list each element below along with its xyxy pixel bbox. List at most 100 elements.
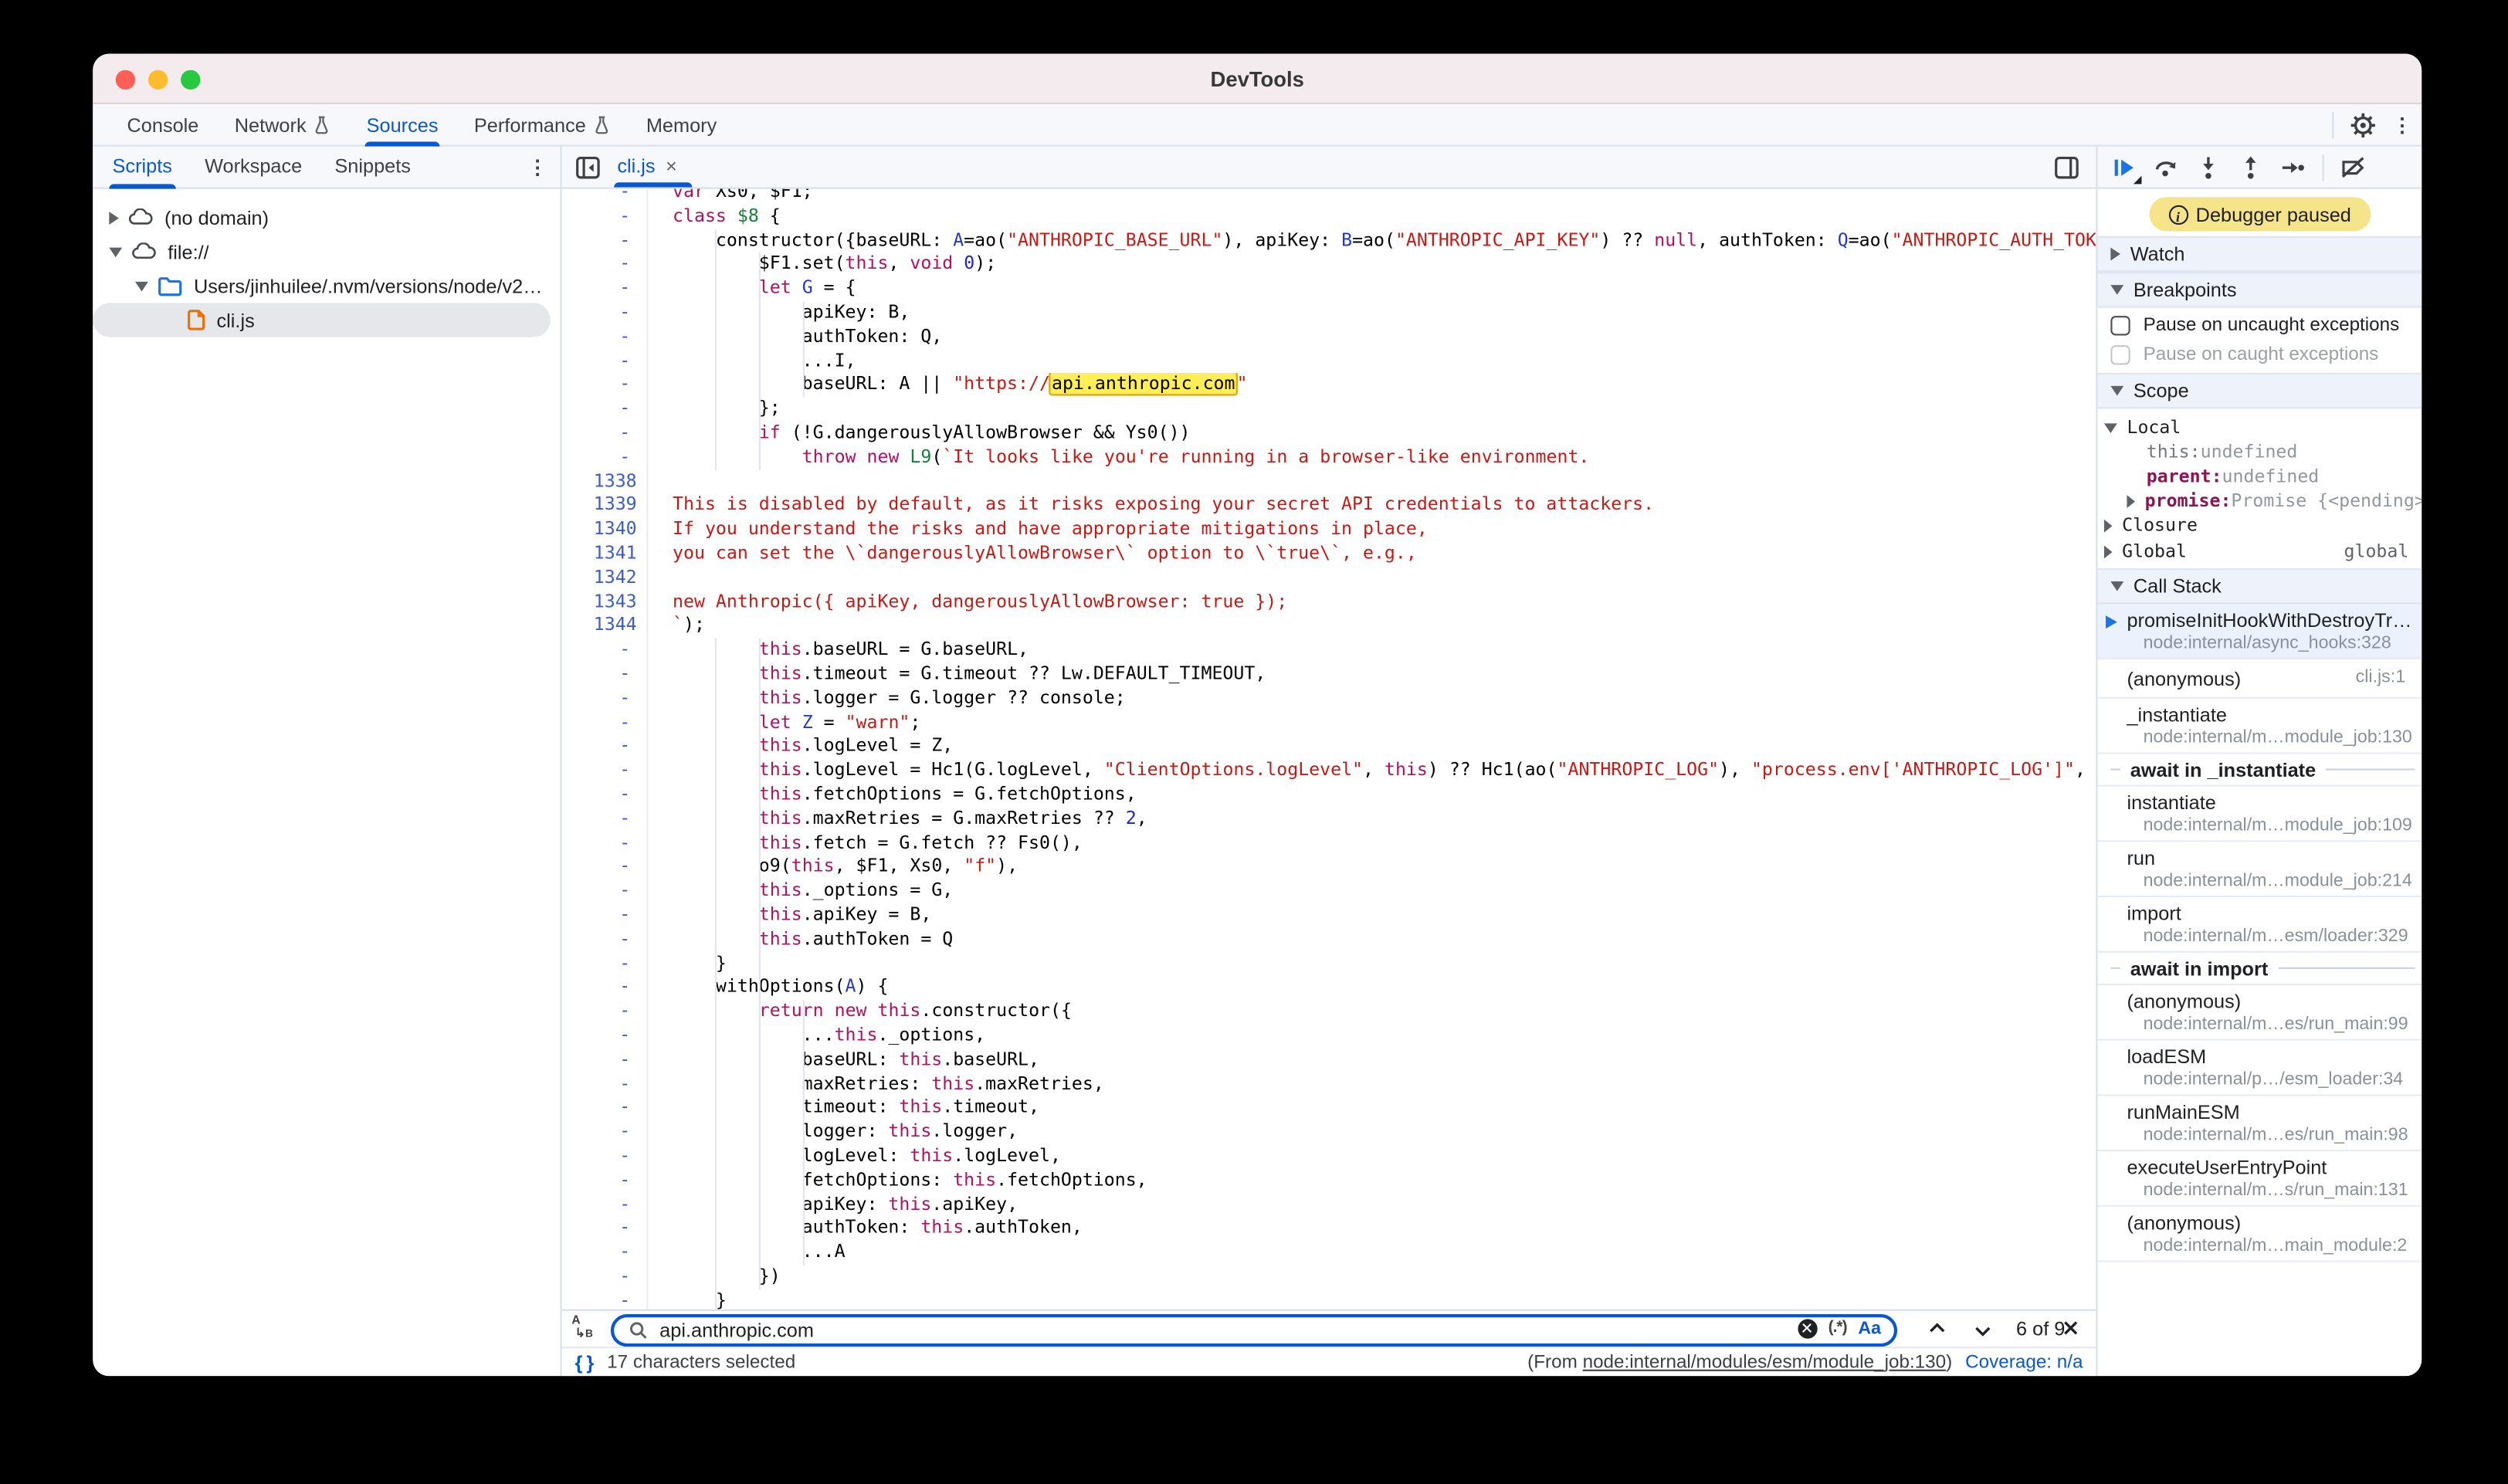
code-line[interactable]: } xyxy=(673,1289,2096,1310)
navigator-more-kebab-icon[interactable]: ⋮ xyxy=(527,156,547,179)
coverage-link[interactable]: Coverage: n/a xyxy=(1965,1353,2083,1372)
tree-item-cli-js[interactable]: cli.js xyxy=(93,303,551,337)
gutter-line-marker[interactable]: - xyxy=(562,325,647,349)
gutter-line-marker[interactable]: - xyxy=(562,759,647,783)
call-stack-frame--anonymous-[interactable]: (anonymous)cli.js:1 xyxy=(2098,659,2422,699)
step-icon[interactable] xyxy=(2280,154,2306,180)
code-line[interactable]: }) xyxy=(673,1265,2096,1289)
gutter-line-marker[interactable]: 1341 xyxy=(562,542,647,566)
code-line[interactable]: } xyxy=(673,952,2096,976)
code-line[interactable]: class $8 { xyxy=(673,205,2096,229)
navigator-tab-scripts[interactable]: Scripts xyxy=(96,147,188,189)
code-line[interactable]: throw new L9(`It looks like you're runni… xyxy=(673,446,2096,469)
call-stack-frame-instantiate[interactable]: instantiatenode:internal/m…module_job:10… xyxy=(2098,787,2422,842)
gutter-line-marker[interactable]: - xyxy=(562,879,647,903)
step-into-icon[interactable] xyxy=(2195,154,2222,180)
chevron-down-icon[interactable] xyxy=(2104,422,2117,432)
code-line[interactable]: ...A xyxy=(673,1242,2096,1265)
hide-navigator-icon[interactable] xyxy=(575,154,602,181)
code-line[interactable]: maxRetries: this.maxRetries, xyxy=(673,1072,2096,1096)
code-line[interactable]: this.authToken = Q xyxy=(673,928,2096,952)
code-line[interactable]: this.logLevel = Hc1(G.logLevel, "ClientO… xyxy=(673,759,2096,783)
code-line[interactable]: constructor({baseURL: A=ao("ANTHROPIC_BA… xyxy=(673,229,2096,253)
gutter-line-marker[interactable]: - xyxy=(562,205,647,229)
gutter-line-marker[interactable]: - xyxy=(562,253,647,277)
gutter-line-marker[interactable]: 1342 xyxy=(562,567,647,591)
code-line[interactable]: baseURL: this.baseURL, xyxy=(673,1049,2096,1072)
replace-toggle-icon[interactable]: A ↳B xyxy=(571,1314,601,1345)
code-line[interactable]: timeout: this.timeout, xyxy=(673,1096,2096,1120)
regex-toggle-icon[interactable]: (.*) xyxy=(1828,1319,1847,1337)
code-line[interactable]: if (!G.dangerouslyAllowBrowser && Ys0()) xyxy=(673,422,2096,446)
tab-performance[interactable]: Performance xyxy=(456,104,629,147)
gutter-line-marker[interactable]: 1343 xyxy=(562,591,647,615)
settings-gear-icon[interactable] xyxy=(2350,113,2376,139)
code-line[interactable]: this.maxRetries = G.maxRetries ?? 2, xyxy=(673,808,2096,832)
clear-search-icon[interactable] xyxy=(1798,1318,1817,1337)
resume-script-icon[interactable] xyxy=(2110,154,2137,180)
chevron-right-icon[interactable] xyxy=(2104,519,2113,532)
code-line[interactable]: baseURL: A || "https://api.anthropic.com… xyxy=(673,374,2096,398)
code-line[interactable]: you can set the \`dangerouslyAllowBrowse… xyxy=(673,542,2096,566)
step-over-icon[interactable] xyxy=(2153,154,2179,180)
gutter-line-marker[interactable]: - xyxy=(562,832,647,856)
gutter-line-marker[interactable]: - xyxy=(562,350,647,374)
breakpoints-section-header[interactable]: Breakpoints xyxy=(2098,272,2422,307)
code-line[interactable]: this.logger = G.logger ?? console; xyxy=(673,687,2096,711)
gutter-line-marker[interactable]: - xyxy=(562,856,647,879)
code-line[interactable]: `); xyxy=(673,615,2096,639)
call-stack-frame--anonymous-[interactable]: (anonymous)node:internal/m…es/run_main:9… xyxy=(2098,985,2422,1041)
gutter-line-marker[interactable]: - xyxy=(562,1289,647,1310)
callstack-section-header[interactable]: Call Stack xyxy=(2098,568,2422,604)
code-line[interactable]: }; xyxy=(673,398,2096,422)
code-line[interactable]: var Xs0, $F1; xyxy=(673,189,2096,205)
code-line[interactable]: $F1.set(this, void 0); xyxy=(673,253,2096,277)
gutter-line-marker[interactable]: - xyxy=(562,189,647,205)
tab-memory[interactable]: Memory xyxy=(629,104,735,147)
from-module-link[interactable]: node:internal/modules/esm/module_job:130 xyxy=(1583,1353,1947,1372)
find-next-icon[interactable] xyxy=(1972,1320,1993,1341)
code-line[interactable]: this.apiKey = B, xyxy=(673,904,2096,928)
gutter-line-marker[interactable]: - xyxy=(562,229,647,253)
scope-row-promise[interactable]: promise: Promise {<pending>} xyxy=(2098,489,2422,513)
code-line[interactable]: this._options = G, xyxy=(673,879,2096,903)
gutter-line-marker[interactable]: - xyxy=(562,1145,647,1169)
checkbox-caught[interactable] xyxy=(2110,345,2130,364)
code-line[interactable]: apiKey: B, xyxy=(673,301,2096,325)
call-stack-frame-import[interactable]: importnode:internal/m…esm/loader:329 xyxy=(2098,897,2422,953)
gutter-line-marker[interactable]: - xyxy=(562,1169,647,1193)
code-line[interactable]: this.baseURL = G.baseURL, xyxy=(673,639,2096,662)
gutter-line-marker[interactable]: - xyxy=(562,711,647,735)
call-stack-frame-executeuserentrypoint[interactable]: executeUserEntryPointnode:internal/m…s/r… xyxy=(2098,1151,2422,1207)
code-line[interactable]: o9(this, $F1, Xs0, "f"), xyxy=(673,856,2096,879)
gutter-line-marker[interactable]: - xyxy=(562,1025,647,1049)
code-line[interactable]: this.timeout = G.timeout ?? Lw.DEFAULT_T… xyxy=(673,662,2096,686)
tab-sources[interactable]: Sources xyxy=(348,104,456,147)
code-line[interactable]: This is disabled by default, as it risks… xyxy=(673,494,2096,518)
scope-row-this[interactable]: this: undefined xyxy=(2098,439,2422,464)
toggle-debugger-sidebar-icon[interactable] xyxy=(2054,154,2080,181)
code-line[interactable]: this.logLevel = Z, xyxy=(673,735,2096,759)
code-line[interactable]: logLevel: this.logLevel, xyxy=(673,1145,2096,1169)
call-stack-frame-loadesm[interactable]: loadESMnode:internal/p…/esm_loader:34 xyxy=(2098,1041,2422,1096)
call-stack-frame-promiseinithookwithdestroytr-[interactable]: promiseInitHookWithDestroyTr…node:intern… xyxy=(2098,604,2422,659)
gutter-line-marker[interactable]: - xyxy=(562,1120,647,1144)
gutter-line-marker[interactable]: - xyxy=(562,446,647,469)
code-line[interactable]: logger: this.logger, xyxy=(673,1120,2096,1144)
code-line[interactable] xyxy=(673,567,2096,591)
find-previous-icon[interactable] xyxy=(1927,1317,1947,1338)
step-out-icon[interactable] xyxy=(2238,154,2264,180)
close-find-bar-icon[interactable] xyxy=(2060,1317,2081,1338)
code-line[interactable]: let Z = "warn"; xyxy=(673,711,2096,735)
gutter-line-marker[interactable]: 1338 xyxy=(562,470,647,494)
gutter-line-marker[interactable]: - xyxy=(562,1072,647,1096)
code-line[interactable]: fetchOptions: this.fetchOptions, xyxy=(673,1169,2096,1193)
search-input[interactable]: api.anthropic.com (.*) Aa xyxy=(611,1313,1897,1346)
gutter-line-marker[interactable]: - xyxy=(562,662,647,686)
editor-tab-cli-js[interactable]: cli.js × xyxy=(617,154,676,178)
code-line[interactable]: this.fetchOptions = G.fetchOptions, xyxy=(673,783,2096,807)
scope-row-closure[interactable]: Closure xyxy=(2098,513,2422,537)
code-line[interactable]: authToken: Q, xyxy=(673,325,2096,349)
chevron-down-icon[interactable] xyxy=(135,281,148,291)
gutter-line-marker[interactable]: - xyxy=(562,952,647,976)
